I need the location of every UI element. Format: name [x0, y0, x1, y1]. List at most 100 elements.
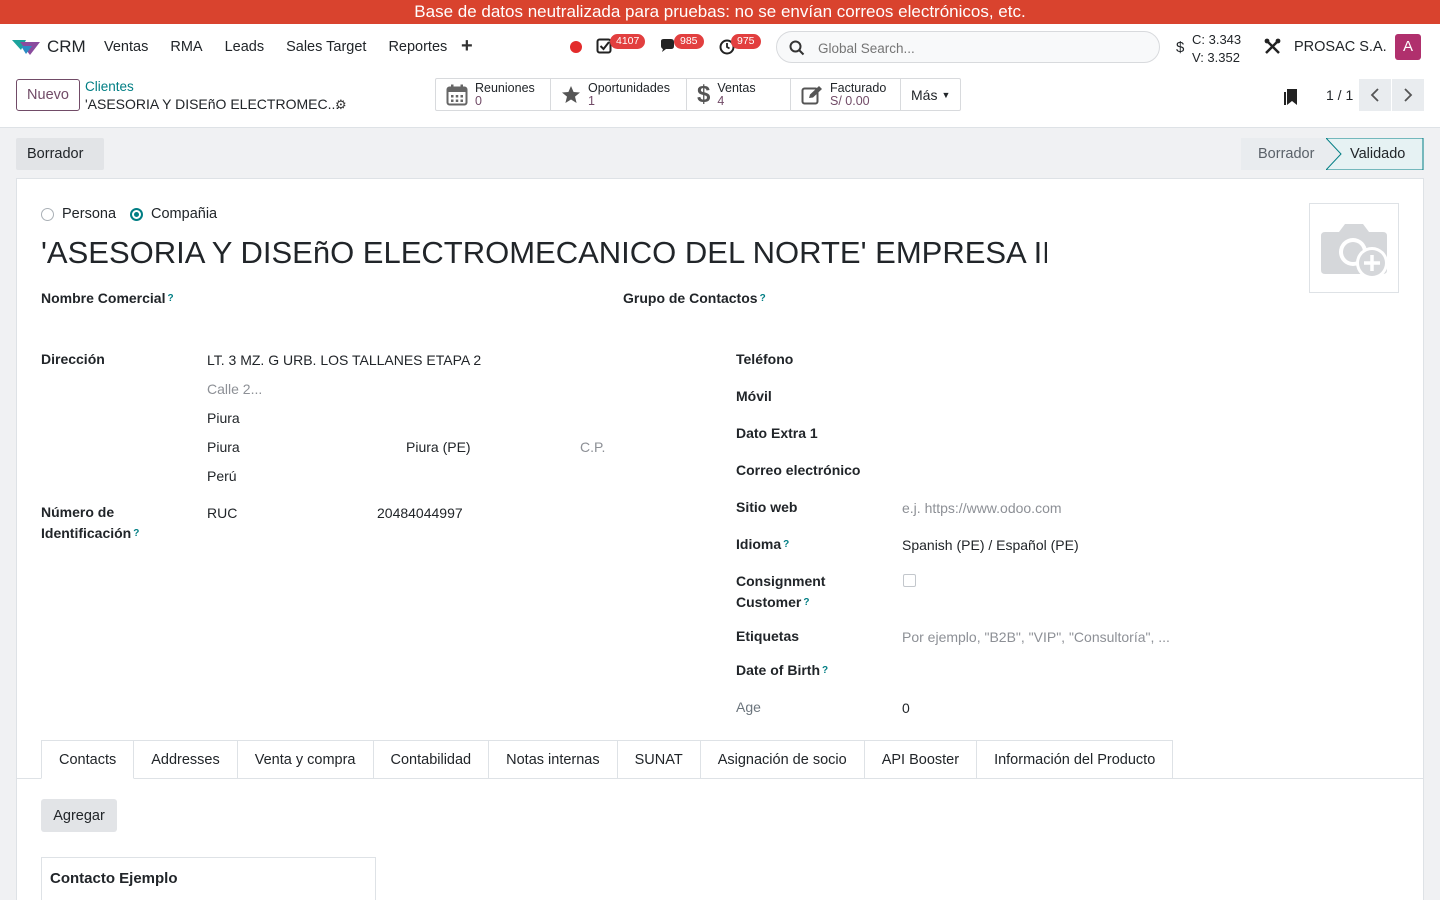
timers-badge: 975 — [731, 34, 761, 49]
city-field[interactable]: Piura — [207, 410, 240, 426]
district-field[interactable]: Piura — [207, 439, 240, 455]
partner-name-input[interactable]: 'ASESORIA Y DISEñO ELECTROMECANICO DEL N… — [41, 235, 1047, 271]
plus-icon[interactable]: + — [461, 35, 473, 58]
tab-product-info[interactable]: Información del Producto — [977, 740, 1174, 779]
form-sheet: Persona Compañia 'ASESORIA Y DISEñO ELEC… — [16, 178, 1424, 900]
menu-ventas[interactable]: Ventas — [104, 39, 148, 55]
help-icon[interactable]: ? — [783, 539, 789, 550]
control-panel: Nuevo Clientes 'ASESORIA Y DISEñO ELECTR… — [0, 70, 1440, 128]
search-input[interactable] — [818, 38, 1138, 58]
language-label: Idioma? — [736, 536, 790, 552]
consignment-checkbox[interactable] — [903, 574, 916, 587]
breadcrumb-current: 'ASESORIA Y DISEñO ELECTROMEC... — [85, 96, 340, 112]
address-label: Dirección — [41, 351, 105, 367]
id-value-field[interactable]: 20484044997 — [377, 505, 463, 521]
tab-api-booster[interactable]: API Booster — [864, 740, 978, 779]
chevron-left-icon — [1370, 88, 1379, 102]
help-icon[interactable]: ? — [760, 293, 766, 304]
bookmark-icon[interactable] — [1284, 88, 1298, 106]
website-label: Sitio web — [736, 499, 798, 515]
help-icon[interactable]: ? — [133, 528, 139, 539]
menu-reportes[interactable]: Reportes — [388, 39, 447, 55]
tools-icon[interactable] — [1264, 38, 1281, 55]
calendar-icon — [446, 84, 468, 105]
smart-label: Reuniones — [475, 80, 535, 95]
smart-button-sales[interactable]: $ Ventas 4 — [687, 79, 791, 110]
menu-rma[interactable]: RMA — [170, 39, 202, 55]
pager-previous-button[interactable] — [1359, 79, 1391, 111]
tab-accounting[interactable]: Contabilidad — [373, 740, 490, 779]
street2-field[interactable]: Calle 2... — [207, 381, 262, 397]
caret-down-icon: ▼ — [941, 89, 951, 100]
pager-next-button[interactable] — [1392, 79, 1424, 111]
radio-persona-label[interactable]: Persona — [62, 206, 116, 222]
country-field[interactable]: Perú — [207, 468, 237, 484]
new-button[interactable]: Nuevo — [16, 79, 80, 111]
menu-sales-target[interactable]: Sales Target — [286, 39, 366, 55]
language-field[interactable]: Spanish (PE) / Español (PE) — [902, 537, 1079, 553]
top-menu: Ventas RMA Leads Sales Target Reportes — [104, 39, 469, 55]
camera-add-icon — [1321, 224, 1388, 279]
age-label: Age — [736, 699, 761, 715]
menu-leads[interactable]: Leads — [225, 39, 265, 55]
tab-addresses[interactable]: Addresses — [134, 740, 238, 779]
notebook-tabs: Contacts Addresses Venta y compra Contab… — [41, 740, 1174, 779]
pager-value[interactable]: 1 / 1 — [1326, 87, 1353, 103]
smart-value: 1 — [588, 93, 595, 108]
test-database-banner: Base de datos neutralizada para pruebas:… — [0, 0, 1440, 24]
help-icon[interactable]: ? — [803, 597, 809, 608]
street-field[interactable]: LT. 3 MZ. G URB. LOS TALLANES ETAPA 2 — [207, 352, 481, 368]
help-icon[interactable]: ? — [167, 293, 173, 304]
radio-compania[interactable] — [130, 207, 144, 221]
messages-badge: 985 — [674, 34, 704, 49]
app-name[interactable]: CRM — [47, 37, 86, 57]
radio-compania-label[interactable]: Compañia — [151, 206, 217, 222]
id-number-label: Número de Identificación? — [41, 504, 140, 541]
crm-logo-icon[interactable] — [12, 38, 40, 56]
sell-rate: V: 3.352 — [1192, 50, 1240, 65]
tags-field[interactable]: Por ejemplo, "B2B", "VIP", "Consultoría"… — [902, 629, 1170, 645]
zip-field[interactable]: C.P. — [580, 439, 605, 455]
gear-icon[interactable]: ⚙ — [335, 97, 347, 113]
radio-persona[interactable] — [41, 207, 54, 221]
contact-card[interactable]: Contacto Ejemplo — [41, 857, 376, 900]
tab-sales-purchase[interactable]: Venta y compra — [237, 740, 374, 779]
phone-label: Teléfono — [736, 351, 794, 367]
tab-partner-assignment[interactable]: Asignación de socio — [700, 740, 865, 779]
set-draft-button[interactable]: Borrador — [16, 138, 104, 170]
commercial-name-label: Nombre Comercial? — [41, 290, 174, 306]
more-dropdown[interactable]: Más ▼ — [901, 79, 960, 110]
smart-button-opportunities[interactable]: Oportunidades 1 — [551, 79, 687, 110]
tab-internal-notes[interactable]: Notas internas — [489, 740, 618, 779]
smart-label: Oportunidades — [588, 80, 671, 95]
tab-sunat[interactable]: SUNAT — [617, 740, 701, 779]
birth-label: Date of Birth? — [736, 662, 829, 678]
partner-image[interactable] — [1309, 203, 1399, 293]
company-switcher[interactable]: PROSAC S.A. — [1294, 39, 1387, 55]
add-contact-button[interactable]: Agregar — [41, 799, 117, 832]
stage-validado[interactable]: Validado — [1326, 138, 1424, 170]
dollar-icon: $ — [697, 80, 711, 108]
record-dot-icon[interactable] — [570, 41, 582, 53]
smart-buttons: Reuniones 0 Oportunidades 1 $ Ventas 4 Fact… — [435, 78, 962, 111]
main-navbar: CRM Ventas RMA Leads Sales Target Report… — [0, 24, 1440, 70]
contact-group-label: Grupo de Contactos? — [623, 290, 766, 306]
id-type-field[interactable]: RUC — [207, 505, 237, 521]
tab-contacts[interactable]: Contacts — [41, 740, 135, 779]
help-icon[interactable]: ? — [822, 665, 828, 676]
star-icon — [562, 85, 580, 103]
smart-value: S/ 0.00 — [830, 93, 870, 108]
global-search[interactable] — [776, 31, 1160, 63]
consignment-label: Consignment Customer? — [736, 573, 826, 610]
breadcrumb-clientes[interactable]: Clientes — [85, 79, 134, 94]
pager-buttons — [1359, 79, 1424, 111]
state-field[interactable]: Piura (PE) — [406, 439, 471, 455]
extra-label: Dato Extra 1 — [736, 425, 818, 441]
activity-badge: 4107 — [610, 34, 646, 49]
pencil-square-icon — [801, 85, 822, 104]
smart-button-invoiced[interactable]: Facturado S/ 0.00 — [791, 79, 901, 110]
smart-button-meetings[interactable]: Reuniones 0 — [436, 79, 551, 110]
website-field[interactable]: e.j. https://www.odoo.com — [902, 500, 1062, 516]
user-avatar[interactable]: A — [1395, 34, 1421, 60]
company-type-selector: Persona Compañia — [41, 206, 217, 222]
